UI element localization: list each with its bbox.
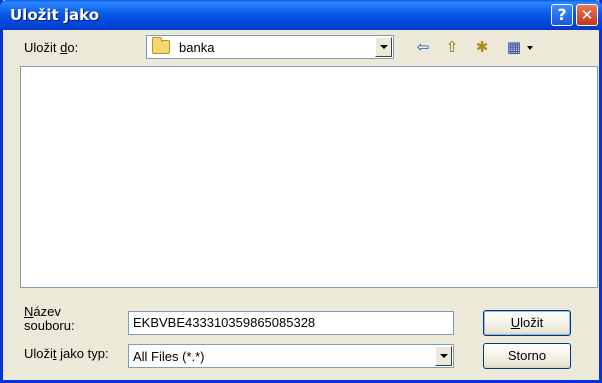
filetype-dropdown[interactable]: All Files (*.*): [128, 344, 454, 368]
chevron-down-icon[interactable]: [435, 346, 452, 366]
filename-label: Název souboru:: [24, 305, 75, 333]
window-title: Uložit jako: [10, 6, 100, 24]
save-in-dropdown[interactable]: banka: [146, 35, 394, 59]
view-menu-icon[interactable]: ▦: [503, 38, 525, 58]
filetype-label-text: Uloži: [24, 346, 53, 361]
close-icon: ✕: [580, 6, 594, 24]
filename-input[interactable]: EKBVBE433310359865085328: [128, 311, 454, 335]
filename-label-accel: N: [24, 304, 34, 319]
cancel-button[interactable]: Storno: [483, 343, 571, 369]
new-folder-icon[interactable]: ✱: [471, 38, 493, 58]
file-list[interactable]: [20, 66, 598, 288]
help-icon: ?: [557, 5, 567, 24]
title-bar[interactable]: Uložit jako ? ✕: [0, 0, 602, 30]
chevron-down-icon[interactable]: [375, 37, 392, 57]
close-button[interactable]: ✕: [576, 4, 598, 26]
folder-icon: [152, 37, 170, 54]
up-folder-icon[interactable]: ⇧: [441, 38, 463, 58]
filename-label-text: ázev: [33, 304, 61, 319]
filetype-label-end: jako typ:: [56, 346, 109, 361]
save-button-label: ložit: [520, 315, 544, 330]
help-button[interactable]: ?: [551, 4, 573, 26]
filetype-value: All Files (*.*): [133, 349, 205, 364]
save-button-accel: U: [510, 315, 521, 330]
view-dropdown-arrow-icon[interactable]: [527, 46, 533, 50]
save-in-value: banka: [179, 40, 215, 55]
save-button[interactable]: Uložit: [483, 310, 571, 336]
back-icon[interactable]: ⇦: [412, 38, 434, 58]
save-in-label-text: Uložit: [24, 40, 61, 55]
save-in-label: Uložit do:: [24, 40, 78, 55]
filename-label-line2: souboru:: [24, 318, 75, 333]
filetype-label: Uložit jako typ:: [24, 346, 109, 361]
save-in-label-end: o:: [67, 40, 79, 55]
